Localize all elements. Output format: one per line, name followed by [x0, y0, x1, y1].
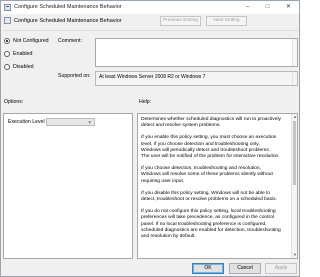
radio-not-configured[interactable] — [4, 38, 10, 44]
comment-field[interactable] — [95, 38, 298, 67]
radio-disabled[interactable] — [4, 64, 10, 70]
scrollbar-thumb[interactable] — [293, 121, 296, 185]
setting-title: Configure Scheduled Maintenance Behavior — [14, 18, 122, 24]
policy-dialog-window: Configure Scheduled Maintenance Behavior… — [0, 0, 300, 277]
supported-on-scrollbar[interactable] — [292, 72, 297, 85]
scroll-down-icon[interactable]: ▼ — [293, 253, 297, 257]
help-panel: Determines whether scheduled diagnostics… — [137, 113, 298, 259]
header-divider — [3, 30, 298, 31]
help-scrollbar[interactable]: ▲ ▼ — [291, 114, 297, 258]
chevron-down-icon[interactable]: ▼ — [88, 120, 92, 125]
radio-label-enabled[interactable]: Enabled — [13, 51, 32, 57]
options-panel: Execution Level ▼ — [3, 113, 133, 259]
help-paragraph: Determines whether scheduled diagnostics… — [141, 117, 281, 129]
comment-scrollbar[interactable] — [292, 39, 297, 66]
help-paragraph: If you disable this policy setting, Wind… — [141, 190, 277, 203]
supported-on-value: At least Windows Server 2008 R2 or Windo… — [99, 74, 206, 80]
supported-on-field: At least Windows Server 2008 R2 or Windo… — [95, 71, 298, 86]
options-label: Options: — [4, 99, 24, 105]
policy-icon — [4, 4, 11, 11]
ok-button[interactable]: OK — [192, 263, 224, 274]
cancel-button[interactable]: Cancel — [229, 263, 261, 274]
next-setting-button[interactable]: Next Setting — [206, 16, 247, 26]
radio-label-disabled[interactable]: Disabled — [13, 64, 34, 70]
radio-label-not-configured[interactable]: Not Configured — [13, 38, 49, 44]
help-label: Help: — [139, 99, 152, 105]
execution-level-dropdown[interactable]: ▼ — [46, 118, 95, 126]
maximize-button[interactable]: □ — [260, 1, 275, 13]
supported-on-label: Supported on: — [58, 73, 91, 79]
close-button[interactable]: ✕ — [281, 1, 296, 13]
minimize-button[interactable]: – — [240, 1, 255, 13]
help-paragraph: If you do not configure this policy sett… — [141, 209, 281, 240]
title-bar[interactable]: Configure Scheduled Maintenance Behavior… — [1, 1, 299, 14]
window-title: Configure Scheduled Maintenance Behavior — [14, 4, 122, 10]
scroll-up-icon[interactable]: ▲ — [293, 115, 297, 119]
policy-setting-icon — [4, 17, 11, 24]
radio-enabled[interactable] — [4, 51, 10, 57]
apply-button[interactable]: Apply — [265, 263, 297, 274]
execution-level-label: Execution Level — [8, 119, 45, 125]
help-paragraph: If you choose detection, troubleshooting… — [141, 166, 273, 184]
help-paragraph: If you enable this policy setting, you m… — [141, 135, 280, 160]
previous-setting-button[interactable]: Previous Setting — [160, 16, 201, 26]
comment-label: Comment: — [58, 38, 82, 44]
help-text: Determines whether scheduled diagnostics… — [141, 117, 289, 246]
